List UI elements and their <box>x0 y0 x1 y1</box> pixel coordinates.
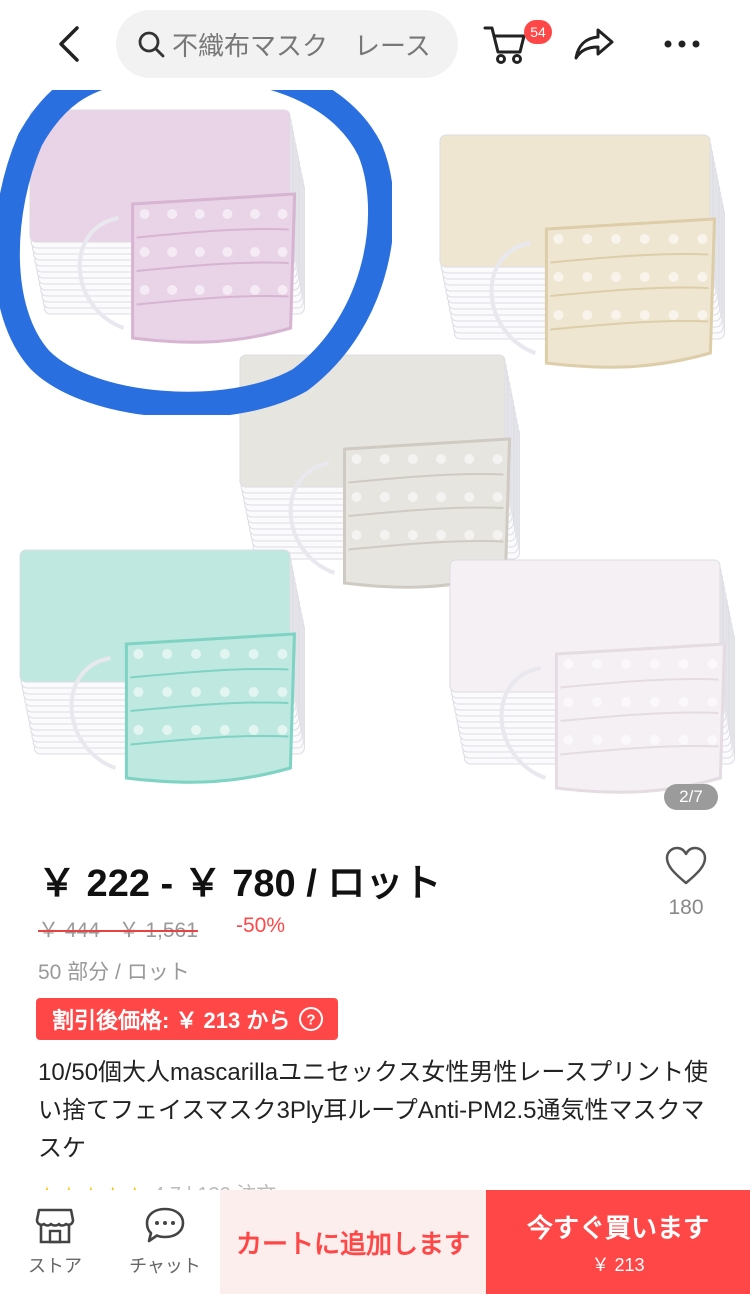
search-query-text: 不織布マスク レース <box>172 31 431 62</box>
svg-text:?: ? <box>307 1012 316 1029</box>
chat-button[interactable]: チャット <box>110 1190 220 1294</box>
discount-percent: -50% <box>236 914 286 937</box>
unit-info: 50 部分 / ロット <box>38 961 190 984</box>
back-button[interactable] <box>48 22 92 66</box>
coupon-price-text: 割引後価格: ￥ 213 から <box>52 1008 291 1033</box>
top-header: 不織布マスク レース 54 <box>0 0 750 90</box>
share-icon <box>574 28 614 60</box>
store-button[interactable]: ストア <box>0 1190 110 1294</box>
share-button[interactable] <box>572 24 616 64</box>
wishlist-button[interactable] <box>660 846 712 890</box>
cart-icon <box>483 26 526 64</box>
chat-label: チャット <box>129 1256 201 1276</box>
buy-now-button[interactable]: 今すぐ買います ￥ 213 <box>486 1190 750 1294</box>
product-image <box>19 109 735 794</box>
more-options-button[interactable] <box>660 24 704 64</box>
image-counter: 2/7 <box>664 784 718 810</box>
price-range: ￥ 222 - ￥ 780 / ロット <box>38 863 442 905</box>
buy-now-price: ￥ 213 <box>591 1254 645 1275</box>
cart-count-badge: 54 <box>524 20 552 44</box>
search-input[interactable]: 不織布マスク レース <box>116 10 458 78</box>
original-price: ￥ 444 - ￥ 1,561 <box>38 919 198 942</box>
buy-now-label: 今すぐ買います <box>526 1212 709 1243</box>
store-label: ストア <box>28 1256 82 1276</box>
question-mark-icon: ? <box>299 1007 324 1031</box>
bottom-action-bar: ストア チャット カートに追加します 今すぐ買います ￥ 213 <box>0 1190 750 1294</box>
chat-bubble-icon <box>145 1207 185 1243</box>
chevron-left-icon <box>59 26 79 62</box>
product-title: 10/50個大人mascarillaユニセックス女性男性レースプリント使い捨てフ… <box>38 1059 709 1162</box>
mask-stack-mint <box>19 549 305 784</box>
mask-stack-beige <box>439 134 725 369</box>
heart-icon <box>665 846 707 885</box>
search-icon <box>138 31 165 58</box>
mask-stack-white <box>449 559 735 794</box>
wishlist-count: 180 <box>668 896 704 919</box>
coupon-price-tag[interactable]: 割引後価格: ￥ 213 から ? <box>36 998 339 1040</box>
more-dots-icon <box>664 40 700 48</box>
mask-stack-pink <box>29 109 305 344</box>
store-icon <box>35 1208 75 1244</box>
product-image-gallery[interactable] <box>0 90 750 820</box>
add-to-cart-button[interactable]: カートに追加します <box>220 1190 486 1294</box>
